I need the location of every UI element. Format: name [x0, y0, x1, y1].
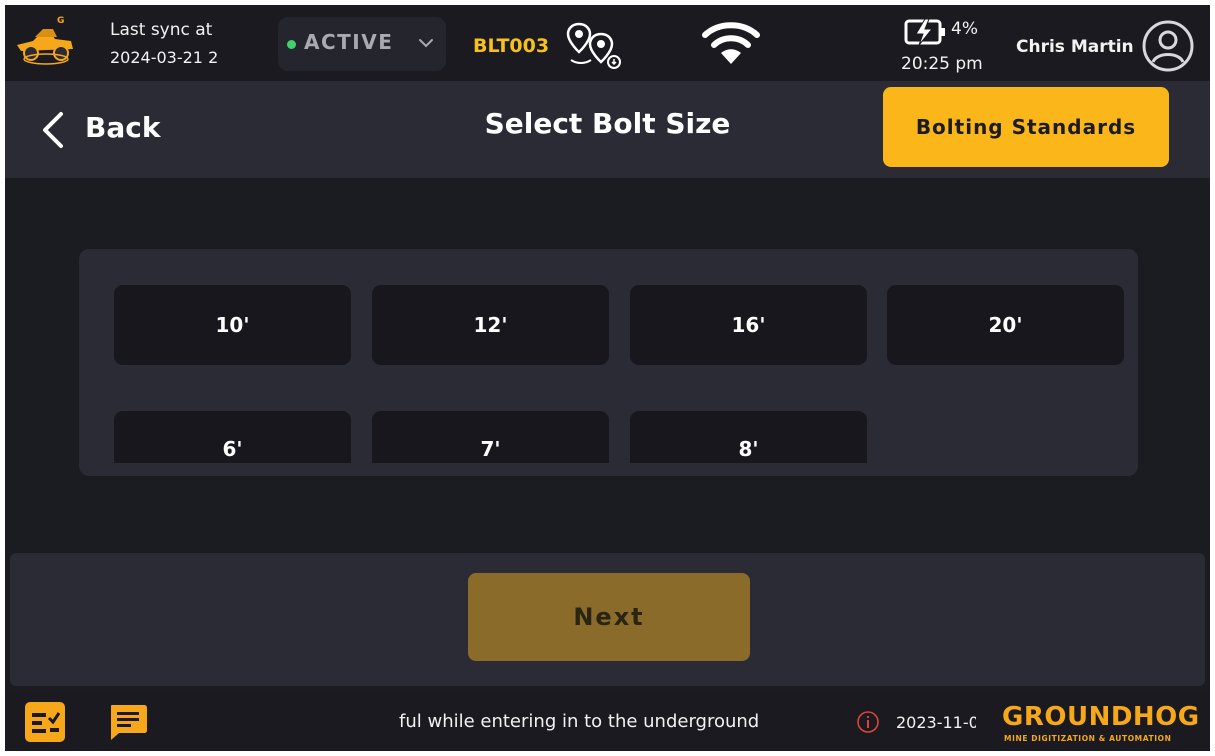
checklist-icon[interactable]: [25, 702, 65, 742]
wifi-icon: [702, 22, 760, 64]
bolt-size-option[interactable]: 7': [372, 411, 609, 463]
bolt-size-option[interactable]: 16': [630, 285, 867, 365]
bottom-bar: ful while entering in to the underground…: [5, 690, 1210, 751]
last-sync: Last sync at 2024-03-21 2: [110, 17, 218, 71]
chevron-down-icon: [419, 39, 433, 48]
user-name: Chris Martin: [1016, 37, 1134, 57]
brand-tagline: MINE DIGITIZATION & AUTOMATION: [1004, 734, 1172, 743]
bolt-size-option[interactable]: 8': [630, 411, 867, 463]
announcement-ticker: ful while entering in to the underground: [399, 711, 760, 732]
announcement-date: 2023-11-06: [896, 713, 976, 732]
bolt-size-option[interactable]: 10': [114, 285, 351, 365]
bolt-size-grid: 10' 12' 16' 20' 6' 7' 8': [79, 249, 1138, 476]
status-label: ACTIVE: [304, 30, 394, 54]
bolt-size-option[interactable]: 12': [372, 285, 609, 365]
mining-truck-logo-icon: G: [17, 16, 73, 65]
page-header: Back Select Bolt Size Bolting Standards: [5, 81, 1210, 178]
machine-id: BLT003: [473, 35, 550, 57]
status-indicator-dot: [287, 40, 296, 49]
location-pins-icon[interactable]: [565, 20, 625, 72]
user-avatar-icon[interactable]: [1141, 19, 1195, 73]
brand-logo: GROUNDHOG: [1002, 702, 1200, 732]
action-bar: Next: [10, 553, 1205, 686]
chat-icon[interactable]: [107, 702, 149, 742]
next-button[interactable]: Next: [468, 573, 750, 661]
bolt-size-option[interactable]: 6': [114, 411, 351, 463]
status-dropdown[interactable]: ACTIVE: [278, 17, 446, 71]
status-bar: G Last sync at 2024-03-21 2 ACTIVE BLT00…: [5, 5, 1210, 81]
battery-charging-icon: [904, 18, 945, 46]
clock: 20:25 pm: [901, 54, 983, 74]
app-window: G Last sync at 2024-03-21 2 ACTIVE BLT00…: [5, 5, 1210, 751]
battery-percentage: 4%: [951, 19, 978, 39]
last-sync-value: 2024-03-21 2: [110, 48, 219, 67]
info-icon: [857, 711, 879, 733]
svg-text:G: G: [57, 16, 64, 26]
last-sync-label: Last sync at: [110, 20, 213, 40]
bolting-standards-button[interactable]: Bolting Standards: [883, 87, 1169, 167]
bolt-size-option[interactable]: 20': [887, 285, 1124, 365]
